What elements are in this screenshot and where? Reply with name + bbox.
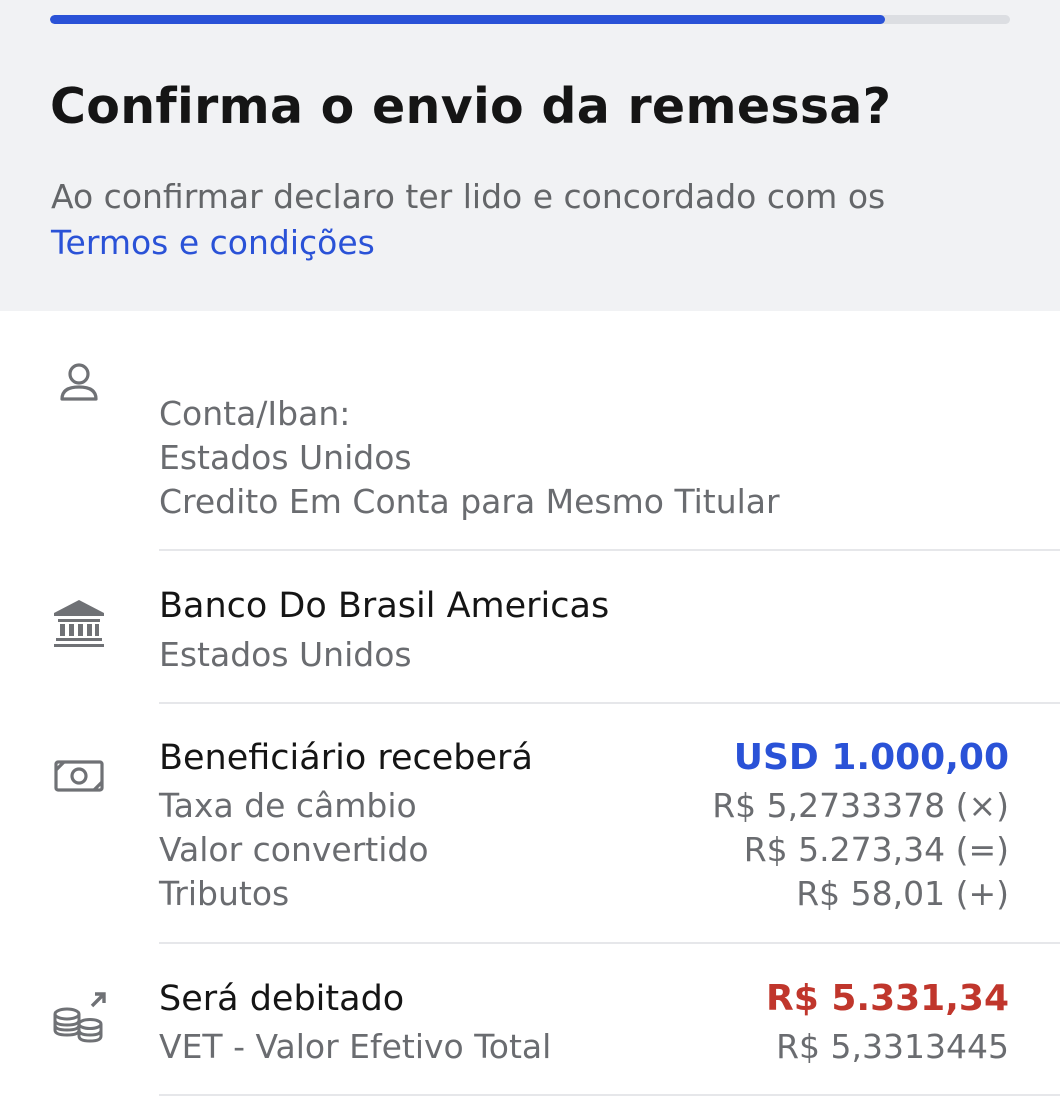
divider — [159, 702, 1060, 704]
taxes-label: Tributos — [159, 874, 290, 913]
progress-bar-fill — [50, 15, 886, 24]
page-title: Confirma o envio da remessa? — [50, 78, 892, 135]
terms-link[interactable]: Termos e condições — [51, 223, 375, 262]
converted-value: R$ 5.273,34 (=) — [743, 830, 1009, 869]
progress-bar — [50, 15, 1010, 24]
debit-label: Será debitado — [159, 979, 405, 1019]
confirmation-header: Confirma o envio da remessa? Ao confirma… — [0, 0, 1060, 311]
bank-country: Estados Unidos — [159, 635, 412, 674]
taxes-value: R$ 58,01 (+) — [796, 874, 1009, 913]
divider — [159, 549, 1060, 551]
beneficiary-amount: USD 1.000,00 — [733, 737, 1009, 778]
bank-icon — [50, 594, 108, 652]
vet-label: VET - Valor Efetivo Total — [159, 1027, 552, 1066]
account-label: Conta/Iban: — [159, 394, 351, 433]
debit-amount: R$ 5.331,34 — [766, 978, 1009, 1019]
divider — [159, 1094, 1060, 1096]
person-icon — [50, 354, 108, 412]
beneficiary-receives-label: Beneficiário receberá — [159, 738, 533, 778]
vet-value: R$ 5,3313445 — [776, 1027, 1009, 1066]
terms-declaration: Ao confirmar declaro ter lido e concorda… — [51, 174, 1031, 266]
exchange-rate-value: R$ 5,2733378 (×) — [712, 786, 1009, 825]
recipient-country: Estados Unidos — [159, 438, 412, 477]
transfer-type: Credito Em Conta para Mesmo Titular — [159, 482, 780, 521]
money-icon — [50, 748, 108, 806]
coins-debit-icon — [50, 986, 108, 1044]
terms-declaration-text: Ao confirmar declaro ter lido e concorda… — [51, 177, 886, 216]
divider — [159, 942, 1060, 944]
exchange-rate-label: Taxa de câmbio — [159, 786, 417, 825]
bank-name: Banco Do Brasil Americas — [159, 586, 610, 626]
converted-value-label: Valor convertido — [159, 830, 429, 869]
